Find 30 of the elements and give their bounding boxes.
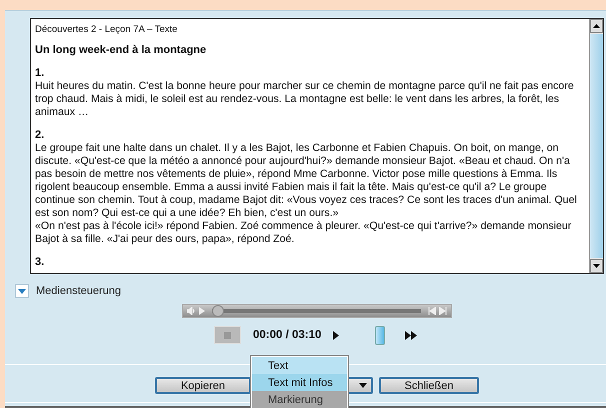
- play-icon[interactable]: [199, 307, 205, 315]
- menu-item[interactable]: Text: [252, 357, 347, 374]
- paragraph: «On n'est pas à l'école ici!» répond Fabien. Zoé commence à pleurer. «Qu'est-ce qui t'arrive?» demande monsieur Bajot à sa fille. «J'ai peur des ours, papa», répond Zoé.: [35, 220, 572, 246]
- menu-item: Markierung: [252, 391, 347, 408]
- speaker-icon[interactable]: [187, 307, 196, 315]
- paragraph: Huit heures du matin. C'est la bonne heure pour marcher sur ce chemin de montagne parce qu'il ne fait pas encore trop chaud. Mais à midi, le soleil est au rendez-vous. La montagne est belle: le vent dans les arbres, la forêt, les animaux …: [35, 80, 575, 119]
- document-header: Découvertes 2 - Leçon 7A – Texte: [35, 23, 178, 36]
- section-number: 3.: [35, 256, 46, 269]
- paragraph: Le groupe fait une halte dans un chalet. Il y a les Bajot, les Carbonne et Fabien Chapuis. On boit, on mange, on discute. «Qu'est-ce que la météo a annoncé pour aujourd'hui?» demande monsieur Bajot. «Beau et chaud. On n'a pas besoin de mettre nos vêtements de pluie», répond Mme Carbonne. Victor pose mille questions à Emma. Ils rigolent beaucoup ensemble. Emma a aussi invité Fabien mais il fait la tête. Mais qu'est-ce qu'il a? Le groupe continue son chemin. Tout à coup, madame Bajot dit: «Vous voyez ces traces? Ce sont les traces d'un animal. Quel est son nom? Qui est-ce qui a une idée? Eh bien, c'est un ours.»: [35, 142, 578, 220]
- down-arrow-icon[interactable]: [593, 264, 600, 268]
- fast-forward-icon[interactable]: [405, 330, 418, 340]
- slow-icon[interactable]: [333, 330, 340, 340]
- action-button[interactable]: Schließen: [379, 377, 479, 394]
- rewind-icon[interactable]: [428, 307, 436, 315]
- expand-toggle[interactable]: [15, 284, 29, 298]
- speed-thumb[interactable]: [375, 326, 386, 345]
- stop-button[interactable]: [214, 326, 241, 344]
- up-arrow-icon[interactable]: [593, 24, 600, 28]
- menu-item[interactable]: Text mit Infos: [252, 374, 347, 391]
- action-button[interactable]: Kopieren: [155, 377, 251, 394]
- document-title: Un long week-end à la montagne: [35, 44, 208, 57]
- caret-icon[interactable]: [359, 383, 367, 388]
- section-number: 1.: [35, 67, 46, 80]
- forward-icon[interactable]: [439, 307, 447, 315]
- progress-knob[interactable]: [212, 305, 224, 317]
- stop-icon[interactable]: [224, 332, 231, 338]
- section-number: 2.: [35, 129, 46, 142]
- section-label: Mediensteuerung: [36, 285, 122, 297]
- time-display: 00:00 / 03:10: [253, 329, 322, 341]
- scrollbar[interactable]: [589, 19, 603, 273]
